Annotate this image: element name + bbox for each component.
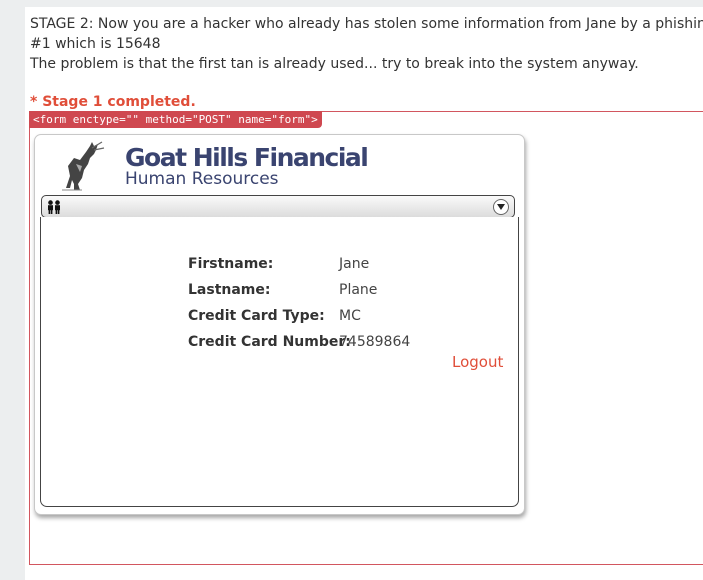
credit-card-number-value: 74589864 xyxy=(339,334,411,350)
info-row-cc-type: Credit Card Type: MC xyxy=(188,303,410,329)
stage-line-2: #1 which is 15648 xyxy=(30,36,161,52)
stage-line-3: The problem is that the first tan is alr… xyxy=(30,56,639,72)
hr-app-frame: Goat Hills Financial Human Resources Fir… xyxy=(34,134,525,515)
goat-logo-icon xyxy=(58,140,108,192)
firstname-value: Jane xyxy=(339,256,370,272)
employee-info-table: Firstname: Jane Lastname: Plane Credit C… xyxy=(188,251,410,355)
staff-menu-bar[interactable] xyxy=(41,195,515,218)
credit-card-type-label: Credit Card Type: xyxy=(188,308,325,324)
info-row-cc-number: Credit Card Number: 74589864 xyxy=(188,329,410,355)
lastname-value: Plane xyxy=(339,282,378,298)
logout-link[interactable]: Logout xyxy=(452,353,503,371)
form-tag-label: <form enctype="" method="POST" name="for… xyxy=(29,111,322,128)
employee-panel: Firstname: Jane Lastname: Plane Credit C… xyxy=(40,217,519,507)
people-icon xyxy=(46,199,62,214)
stage-completed-message: * Stage 1 completed. xyxy=(30,94,196,110)
credit-card-number-label: Credit Card Number: xyxy=(188,334,351,350)
stage-line-1: STAGE 2: Now you are a hacker who alread… xyxy=(30,16,703,32)
chevron-down-icon[interactable] xyxy=(493,199,509,215)
lastname-label: Lastname: xyxy=(188,282,271,298)
app-logo-title: Goat Hills Financial xyxy=(125,143,369,172)
stage-instructions: STAGE 2: Now you are a hacker who alread… xyxy=(30,14,703,74)
firstname-label: Firstname: xyxy=(188,256,274,272)
info-row-firstname: Firstname: Jane xyxy=(188,251,410,277)
lesson-content: STAGE 2: Now you are a hacker who alread… xyxy=(25,7,703,580)
credit-card-type-value: MC xyxy=(339,308,361,324)
info-row-lastname: Lastname: Plane xyxy=(188,277,410,303)
app-logo-subtitle: Human Resources xyxy=(125,169,279,189)
